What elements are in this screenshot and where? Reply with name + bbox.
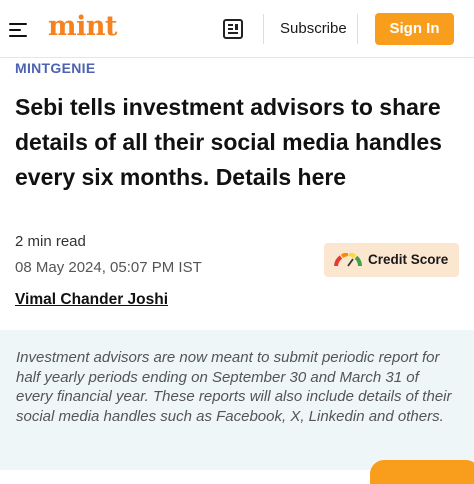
publish-timestamp: 08 May 2024, 05:07 PM IST (15, 259, 202, 276)
header-divider (357, 14, 358, 44)
gauge-icon (334, 253, 362, 267)
floating-action-edge[interactable] (370, 460, 474, 484)
site-header: mint Subscribe Sign In (0, 0, 474, 58)
subscribe-link[interactable]: Subscribe (280, 20, 347, 37)
credit-score-button[interactable]: Credit Score (324, 243, 459, 277)
header-divider (263, 14, 264, 44)
article-headline: Sebi tells investment advisors to share … (15, 94, 442, 190)
section-label[interactable]: MINTGENIE (15, 60, 95, 76)
sign-in-button[interactable]: Sign In (375, 13, 454, 45)
epaper-icon[interactable] (222, 18, 244, 40)
mint-logo[interactable]: mint (48, 11, 117, 42)
credit-score-label: Credit Score (368, 252, 449, 267)
article-summary: Investment advisors are now meant to sub… (16, 349, 452, 425)
read-time: 2 min read (15, 233, 86, 250)
author-link[interactable]: Vimal Chander Joshi (15, 291, 168, 309)
hamburger-menu-icon[interactable] (9, 21, 29, 38)
